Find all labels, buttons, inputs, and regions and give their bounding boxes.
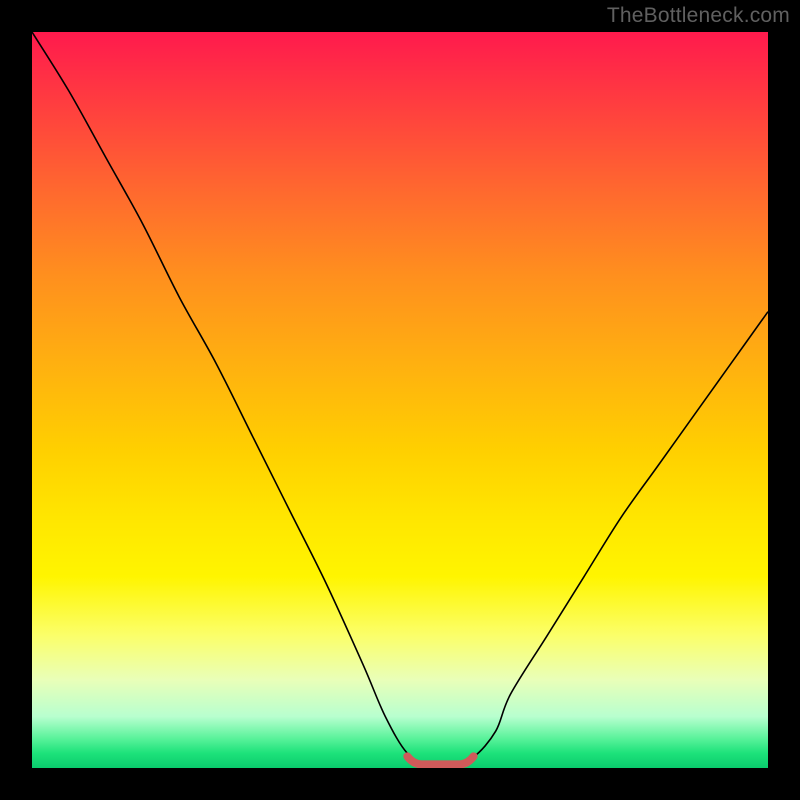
watermark-text: TheBottleneck.com (607, 4, 790, 28)
curve-layer (32, 32, 768, 768)
bottleneck-curve (32, 32, 768, 765)
minimum-marker (407, 756, 473, 764)
plot-area (32, 32, 768, 768)
chart-frame: TheBottleneck.com (0, 0, 800, 800)
